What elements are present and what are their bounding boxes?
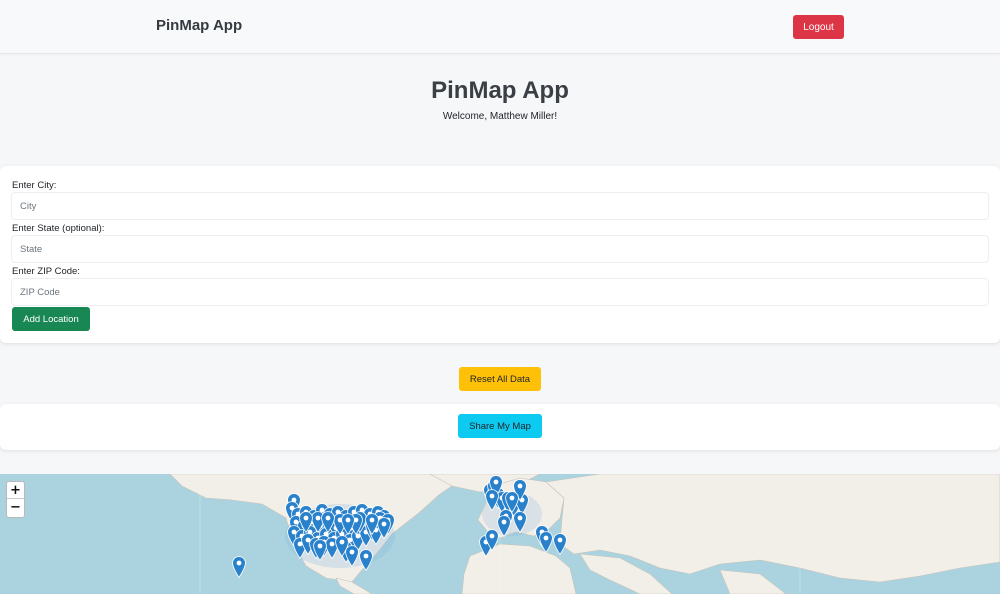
add-location-button[interactable]: Add Location	[12, 307, 90, 331]
zoom-out-button[interactable]: −	[7, 499, 24, 516]
map-pin-icon[interactable]	[553, 533, 567, 555]
map-pin-icon[interactable]	[513, 511, 527, 533]
map-pin-icon[interactable]	[377, 517, 391, 539]
map-pin-icon[interactable]	[539, 531, 553, 553]
map-pin-icon[interactable]	[341, 513, 355, 535]
map-pin-icon[interactable]	[313, 539, 327, 561]
zip-input[interactable]	[11, 278, 989, 306]
navbar: PinMap App Logout	[0, 0, 1000, 54]
navbar-brand[interactable]: PinMap App	[156, 17, 242, 34]
logout-button[interactable]: Logout	[793, 15, 844, 39]
zip-label: Enter ZIP Code:	[12, 266, 80, 277]
map-pin-icon[interactable]	[321, 511, 335, 533]
map-pin-icon[interactable]	[299, 511, 313, 533]
map-pin-icon[interactable]	[497, 515, 511, 537]
share-my-map-button[interactable]: Share My Map	[458, 414, 542, 438]
map-pin-icon[interactable]	[365, 513, 379, 535]
map-pin-icon[interactable]	[505, 491, 519, 513]
state-label: Enter State (optional):	[12, 223, 105, 234]
city-input[interactable]	[11, 192, 989, 220]
page-header: PinMap App Welcome, Matthew Miller!	[0, 56, 1000, 156]
world-map[interactable]: + −	[0, 474, 1000, 594]
page-title: PinMap App	[431, 77, 569, 104]
map-pin-icon[interactable]	[485, 489, 499, 511]
map-pin-icon[interactable]	[335, 535, 349, 557]
reset-all-data-button[interactable]: Reset All Data	[459, 367, 541, 391]
map-pin-icon[interactable]	[485, 529, 499, 551]
share-card: Share My Map	[0, 404, 1000, 450]
welcome-message: Welcome, Matthew Miller!	[442, 111, 558, 122]
zoom-in-button[interactable]: +	[7, 482, 24, 499]
zoom-control: + −	[6, 481, 25, 518]
location-form: Enter City: Enter State (optional): Ente…	[0, 166, 1000, 343]
city-label: Enter City:	[12, 180, 57, 191]
map-pin-icon[interactable]	[232, 556, 246, 578]
state-input[interactable]	[11, 235, 989, 263]
map-pin-icon[interactable]	[359, 549, 373, 571]
